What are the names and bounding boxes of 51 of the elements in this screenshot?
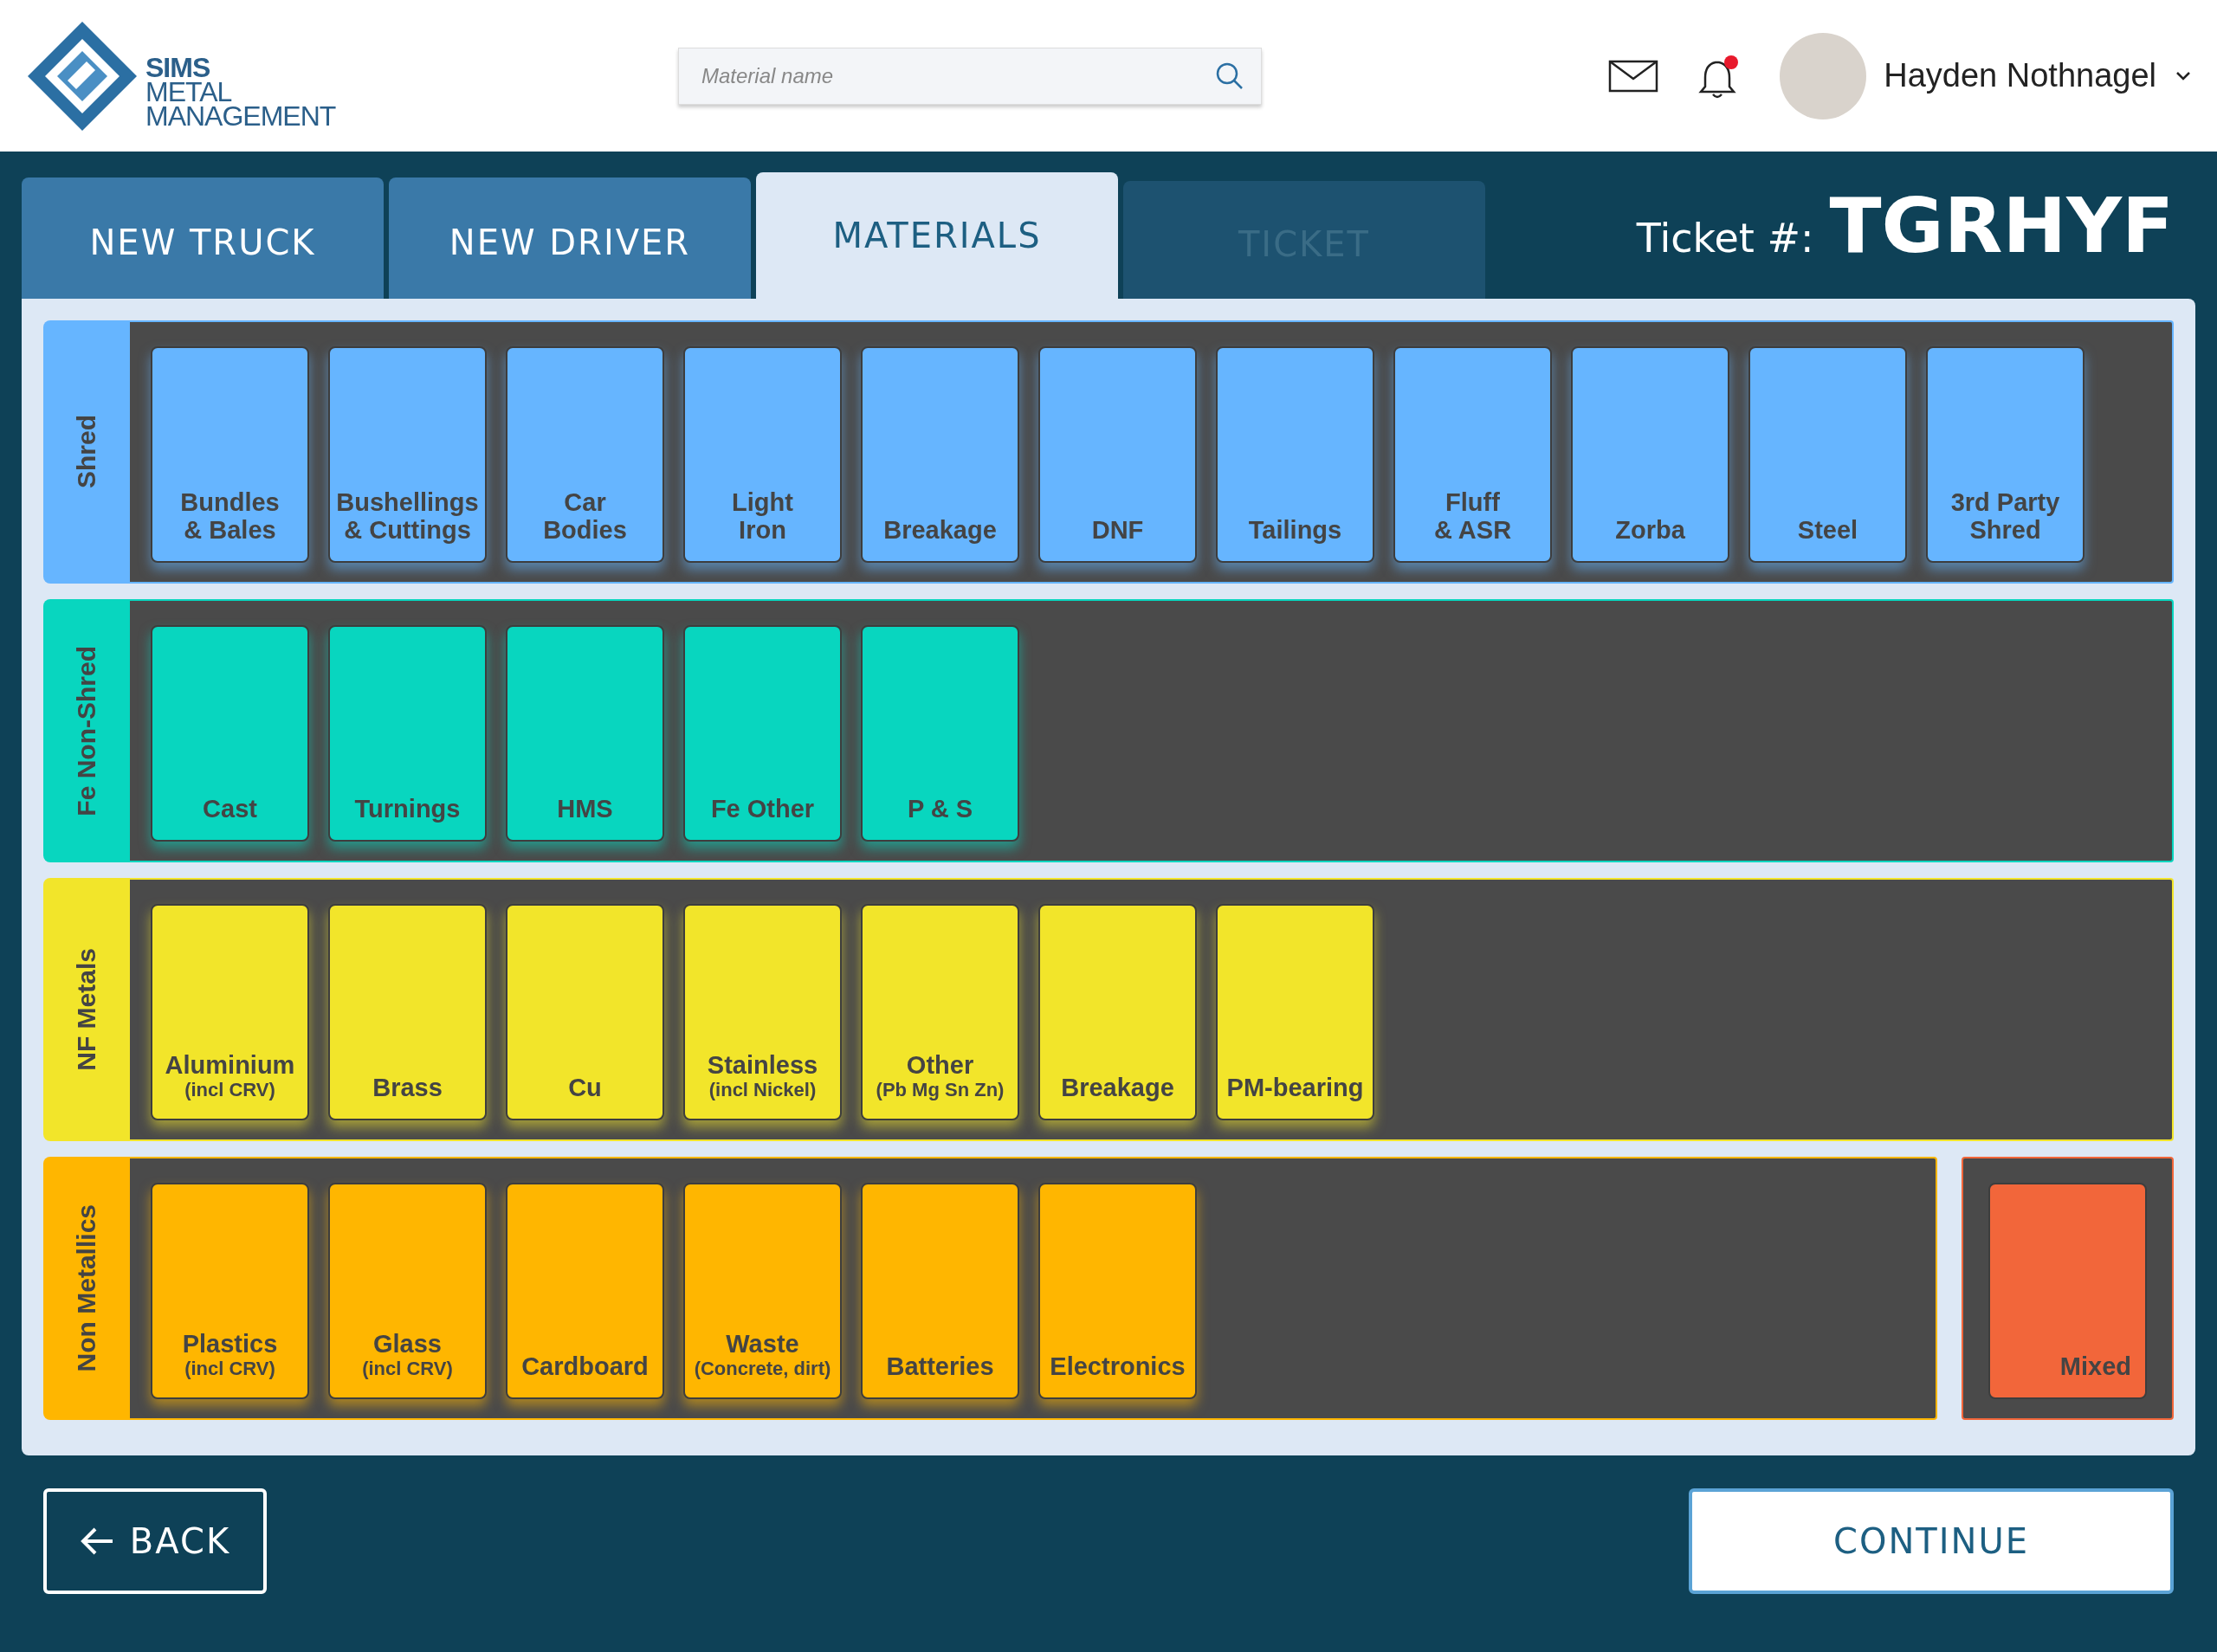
material-tile[interactable]: Steel [1748, 346, 1907, 563]
category-label: NF Metals [43, 878, 130, 1141]
material-tile[interactable]: 3rd Party Shred [1926, 346, 2084, 563]
logo-icon [26, 19, 139, 132]
material-tile[interactable]: Breakage [861, 346, 1019, 563]
material-tile[interactable]: DNF [1038, 346, 1197, 563]
category-label: Shred [43, 320, 130, 584]
logo-text: SIMS [145, 55, 210, 80]
material-tile[interactable]: Electronics [1038, 1183, 1197, 1399]
ticket-number: TGRHYF [1829, 180, 2174, 270]
material-tile[interactable]: Glass (incl CRV) [328, 1183, 487, 1399]
user-name[interactable]: Hayden Nothnagel [1884, 57, 2156, 94]
material-tile[interactable]: Cu [506, 904, 664, 1120]
material-tile[interactable]: Bundles & Bales [151, 346, 309, 563]
back-button[interactable]: BACK [43, 1487, 267, 1594]
chevron-down-icon[interactable] [2175, 70, 2191, 81]
material-tile[interactable]: Bushellings & Cuttings [328, 346, 487, 563]
arrow-left-icon [79, 1526, 114, 1556]
material-tile[interactable]: Zorba [1571, 346, 1729, 563]
material-tile[interactable]: Cardboard [506, 1183, 664, 1399]
material-tile[interactable]: Waste (Concrete, dirt) [683, 1183, 842, 1399]
material-tile[interactable]: Cast [151, 625, 309, 842]
material-tile[interactable]: Breakage [1038, 904, 1197, 1120]
material-tile[interactable]: Brass [328, 904, 487, 1120]
material-tile[interactable]: Light Iron [683, 346, 842, 563]
tab[interactable]: MATERIALS [756, 172, 1118, 299]
search-icon[interactable] [1215, 61, 1244, 91]
material-tile[interactable]: Turnings [328, 625, 487, 842]
tab[interactable]: NEW TRUCK [22, 177, 384, 299]
material-tile[interactable]: Car Bodies [506, 346, 664, 563]
mail-icon[interactable] [1608, 59, 1659, 93]
category-label: Fe Non-Shred [43, 599, 130, 862]
logo-text: MANAGEMENT [145, 103, 336, 128]
tab[interactable]: NEW DRIVER [389, 177, 751, 299]
material-tile[interactable]: Other (Pb Mg Sn Zn) [861, 904, 1019, 1120]
material-tile[interactable]: Batteries [861, 1183, 1019, 1399]
material-tile[interactable]: Mixed [1988, 1183, 2147, 1399]
material-tile[interactable]: Aluminium (incl CRV) [151, 904, 309, 1120]
logo-text: METAL [145, 79, 232, 104]
ticket-label: Ticket #: [1636, 214, 1814, 261]
material-tile[interactable]: Stainless (incl Nickel) [683, 904, 842, 1120]
material-tile[interactable]: P & S [861, 625, 1019, 842]
material-tile[interactable]: HMS [506, 625, 664, 842]
search-field[interactable]: Material name [678, 47, 1262, 105]
continue-button[interactable]: CONTINUE [1689, 1487, 2174, 1594]
material-tile[interactable]: Fe Other [683, 625, 842, 842]
material-tile[interactable]: Fluff & ASR [1393, 346, 1552, 563]
material-tile[interactable]: PM-bearing [1216, 904, 1374, 1120]
material-tile[interactable]: Tailings [1216, 346, 1374, 563]
material-tile[interactable]: Plastics (incl CRV) [151, 1183, 309, 1399]
category-label: Non Metallics [43, 1157, 130, 1420]
